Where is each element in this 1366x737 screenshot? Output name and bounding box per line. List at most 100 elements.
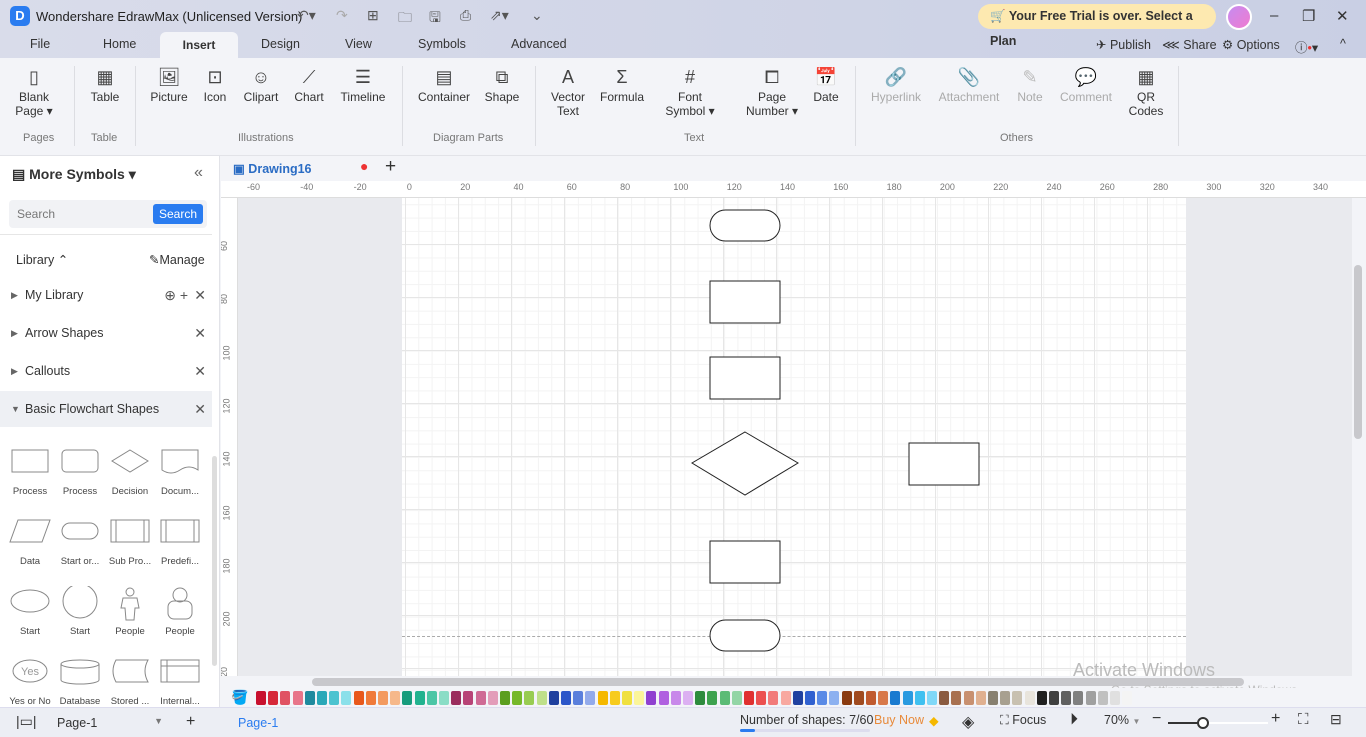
decision-shape[interactable]: [691, 431, 799, 496]
color-swatch[interactable]: [292, 691, 303, 705]
page-number-button[interactable]: ⧠ Page Number ▾: [740, 66, 804, 118]
collapse-ribbon-icon[interactable]: ^: [1340, 37, 1346, 51]
layers-icon[interactable]: ◈: [962, 712, 974, 732]
document-tab[interactable]: ▣ Drawing16: [233, 161, 312, 176]
color-swatch[interactable]: [304, 691, 315, 705]
shape-item[interactable]: Decision: [105, 446, 155, 497]
hyperlink-button[interactable]: 🔗 Hyperlink: [866, 66, 926, 104]
options-button[interactable]: ⚙ Options: [1222, 37, 1280, 52]
color-swatch[interactable]: [1024, 691, 1035, 705]
save-icon[interactable]: 🖫: [429, 7, 441, 31]
color-swatch[interactable]: [1061, 691, 1072, 705]
attachment-button[interactable]: 📎 Attachment: [934, 66, 1004, 104]
picture-button[interactable]: 🖼 Picture: [148, 66, 190, 104]
print-icon[interactable]: ⎙: [460, 7, 471, 24]
color-swatch[interactable]: [768, 691, 779, 705]
more-symbols-button[interactable]: ▤ More Symbols ▾: [12, 166, 136, 183]
icon-button[interactable]: ⊡ Icon: [200, 66, 230, 104]
library-toggle[interactable]: Library ⌃: [16, 252, 68, 267]
shape-item[interactable]: Data: [5, 516, 55, 567]
library-basic-flowchart-shapes[interactable]: ▼ Basic Flowchart Shapes ✕: [0, 391, 212, 427]
color-swatch[interactable]: [975, 691, 986, 705]
color-swatch[interactable]: [1036, 691, 1047, 705]
vector-text-button[interactable]: A Vector Text: [548, 66, 588, 118]
color-swatch[interactable]: [731, 691, 742, 705]
customize-icon[interactable]: ⌄: [531, 7, 543, 24]
page-tab[interactable]: Page-1: [238, 716, 278, 730]
container-button[interactable]: ▤ Container: [416, 66, 472, 104]
color-swatch[interactable]: [658, 691, 669, 705]
color-swatch[interactable]: [548, 691, 559, 705]
shape-item[interactable]: Yes Yes or No: [5, 656, 55, 707]
tab-file[interactable]: File: [30, 37, 50, 51]
color-swatch[interactable]: [1073, 691, 1084, 705]
tab-view[interactable]: View: [345, 37, 372, 51]
chart-button[interactable]: ⟋ Chart: [292, 66, 326, 104]
help-icon[interactable]: ⓘ•▾: [1295, 37, 1318, 56]
color-swatch[interactable]: [707, 691, 718, 705]
date-button[interactable]: 📅 Date: [810, 66, 842, 104]
color-swatch[interactable]: [805, 691, 815, 705]
redo-icon[interactable]: ↷: [336, 7, 348, 24]
new-tab-button[interactable]: +: [385, 156, 396, 178]
library-callouts[interactable]: ▶ Callouts ✕: [0, 353, 212, 389]
shape-item[interactable]: People: [155, 586, 205, 637]
clipart-button[interactable]: ☺ Clipart: [240, 66, 282, 104]
page-selector[interactable]: Page-1 ▼: [57, 716, 163, 730]
close-icon[interactable]: ✕: [1336, 7, 1349, 25]
color-swatch[interactable]: [414, 691, 425, 705]
color-swatch[interactable]: [451, 691, 462, 705]
color-swatch[interactable]: [341, 691, 352, 705]
color-swatch[interactable]: [536, 691, 547, 705]
color-swatch[interactable]: [670, 691, 681, 705]
shape-item[interactable]: Predefi...: [155, 516, 205, 567]
color-swatch[interactable]: [878, 691, 889, 705]
color-swatch[interactable]: [719, 691, 730, 705]
color-swatch[interactable]: [390, 691, 401, 705]
color-swatch[interactable]: [780, 691, 791, 705]
color-swatch[interactable]: [561, 691, 571, 705]
canvas[interactable]: [238, 198, 1352, 676]
color-swatch[interactable]: [329, 691, 340, 705]
shape-button[interactable]: ⧉ Shape: [482, 66, 522, 104]
shape-item[interactable]: Process: [55, 446, 105, 497]
color-swatch[interactable]: [866, 691, 876, 705]
tab-advanced[interactable]: Advanced: [511, 37, 567, 51]
color-swatch[interactable]: [463, 691, 474, 705]
process-shape[interactable]: [709, 356, 781, 400]
color-swatch[interactable]: [1012, 691, 1023, 705]
shape-item[interactable]: Internal...: [155, 656, 205, 707]
close-icon[interactable]: ✕: [194, 391, 206, 427]
process-shape[interactable]: [709, 540, 781, 584]
maximize-icon[interactable]: ❐: [1302, 7, 1315, 25]
color-swatch[interactable]: [1122, 691, 1133, 705]
color-swatch[interactable]: [914, 691, 925, 705]
shape-item[interactable]: Start: [55, 586, 105, 637]
add-page-button[interactable]: +: [186, 713, 195, 731]
color-swatch[interactable]: [622, 691, 632, 705]
color-swatch[interactable]: [646, 691, 657, 705]
focus-button[interactable]: ⛶ Focus: [1000, 713, 1046, 728]
shape-item[interactable]: Docum...: [155, 446, 205, 497]
zoom-slider[interactable]: [1168, 717, 1268, 729]
color-swatch[interactable]: [487, 691, 498, 705]
color-swatch[interactable]: [890, 691, 901, 705]
blank-page-button[interactable]: ▯ Blank Page ▾: [14, 66, 54, 118]
comment-button[interactable]: 💬 Comment: [1055, 66, 1117, 104]
fill-bucket-icon[interactable]: 🪣: [231, 689, 248, 706]
publish-button[interactable]: ✈ Publish: [1096, 37, 1151, 52]
color-swatch[interactable]: [402, 691, 413, 705]
color-swatch[interactable]: [695, 691, 706, 705]
buy-now-link[interactable]: Buy Now: [874, 713, 924, 727]
color-swatch[interactable]: [951, 691, 962, 705]
color-swatch[interactable]: [902, 691, 913, 705]
color-swatch[interactable]: [756, 691, 767, 705]
color-swatch[interactable]: [597, 691, 608, 705]
color-swatch[interactable]: [817, 691, 828, 705]
color-swatch[interactable]: [1110, 691, 1120, 705]
manage-button[interactable]: ✎Manage: [149, 252, 205, 267]
tab-design[interactable]: Design: [261, 37, 300, 51]
shape-item[interactable]: People: [105, 586, 155, 637]
shape-item[interactable]: Sub Pro...: [105, 516, 155, 567]
color-swatch[interactable]: [573, 691, 584, 705]
